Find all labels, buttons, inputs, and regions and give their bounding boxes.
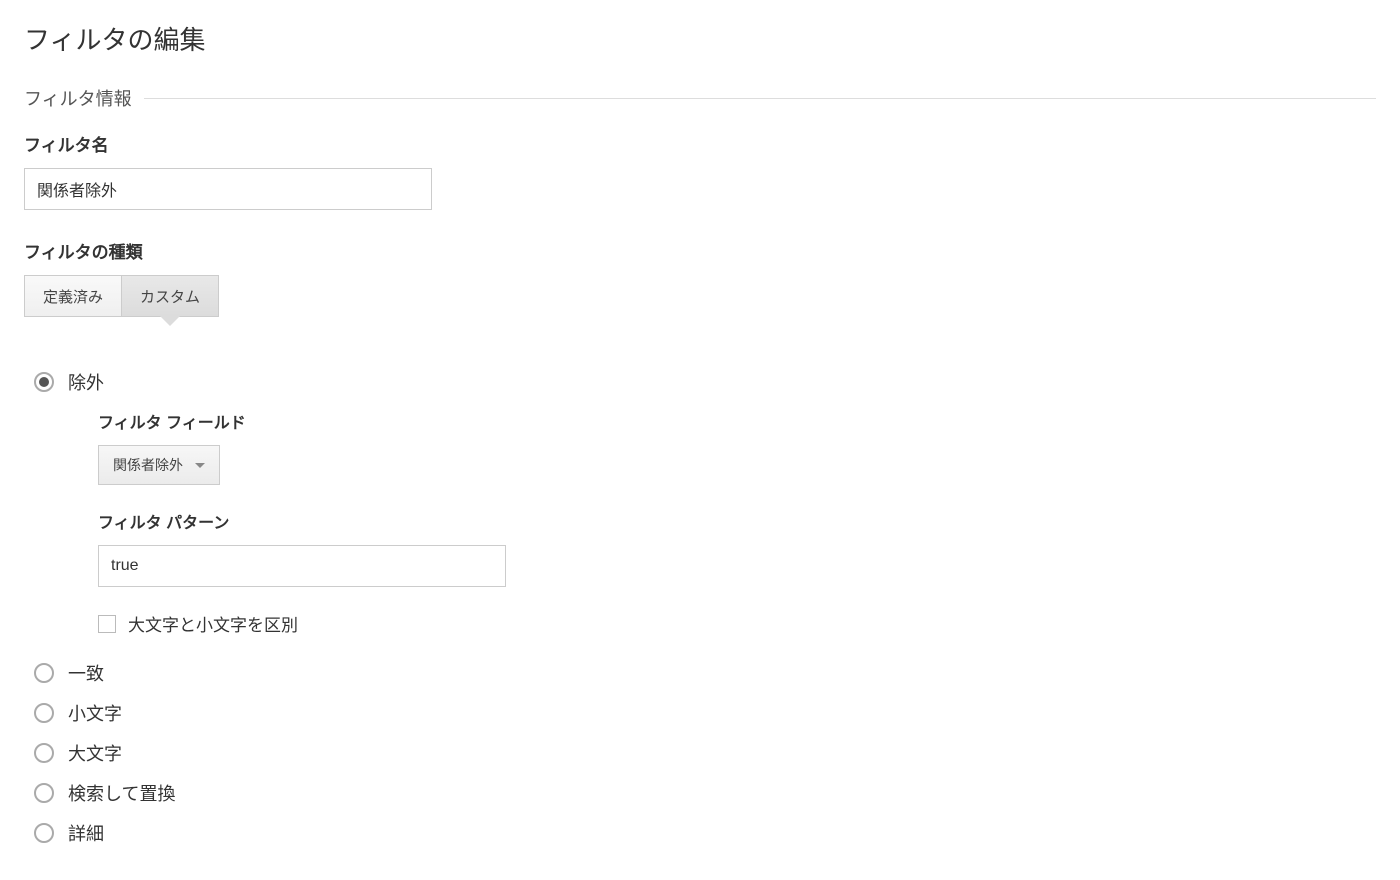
radio-lowercase[interactable] (34, 703, 54, 723)
filter-field-group: フィルタ フィールド 関係者除外 (98, 409, 1376, 485)
radio-include[interactable] (34, 663, 54, 683)
filter-name-label: フィルタ名 (24, 131, 1376, 156)
filter-pattern-label: フィルタ パターン (98, 509, 1376, 533)
exclude-subfields: フィルタ フィールド 関係者除外 フィルタ パターン 大文字と小文字を区別 (98, 409, 1376, 636)
radio-uppercase-label: 大文字 (68, 740, 122, 766)
filter-type-group: フィルタの種類 定義済み カスタム (24, 238, 1376, 341)
radio-advanced[interactable] (34, 823, 54, 843)
case-sensitive-row: 大文字と小文字を区別 (98, 611, 1376, 636)
filter-name-input[interactable] (24, 168, 432, 210)
radio-uppercase-row: 大文字 (34, 740, 1376, 766)
custom-filter-radios: 除外 フィルタ フィールド 関係者除外 フィルタ パターン 大文字と小文字を区別… (34, 369, 1376, 846)
radio-include-row: 一致 (34, 660, 1376, 686)
filter-name-group: フィルタ名 (24, 131, 1376, 210)
filter-pattern-input[interactable] (98, 545, 506, 587)
chevron-down-icon (195, 463, 205, 468)
radio-lowercase-row: 小文字 (34, 700, 1376, 726)
radio-advanced-row: 詳細 (34, 820, 1376, 846)
filter-field-label: フィルタ フィールド (98, 409, 1376, 433)
case-sensitive-checkbox[interactable] (98, 615, 116, 633)
radio-search-replace-row: 検索して置換 (34, 780, 1376, 806)
filter-type-predefined-button[interactable]: 定義済み (24, 275, 122, 317)
section-divider (144, 98, 1376, 99)
filter-pattern-group: フィルタ パターン (98, 509, 1376, 587)
radio-search-replace[interactable] (34, 783, 54, 803)
radio-include-label: 一致 (68, 660, 104, 686)
filter-type-toggle: 定義済み カスタム (24, 275, 219, 317)
section-header: フィルタ情報 (24, 85, 1376, 111)
filter-field-dropdown-value: 関係者除外 (113, 455, 183, 475)
filter-field-dropdown[interactable]: 関係者除外 (98, 445, 220, 485)
section-header-text: フィルタ情報 (24, 85, 132, 111)
page-title: フィルタの編集 (24, 20, 1376, 57)
filter-type-label: フィルタの種類 (24, 238, 1376, 263)
radio-uppercase[interactable] (34, 743, 54, 763)
case-sensitive-label: 大文字と小文字を区別 (128, 611, 298, 636)
radio-exclude-row: 除外 (34, 369, 1376, 395)
radio-exclude[interactable] (34, 372, 54, 392)
filter-type-custom-button[interactable]: カスタム (122, 275, 219, 317)
radio-lowercase-label: 小文字 (68, 700, 122, 726)
radio-advanced-label: 詳細 (68, 820, 104, 846)
radio-exclude-label: 除外 (68, 369, 104, 395)
radio-search-replace-label: 検索して置換 (68, 780, 175, 806)
